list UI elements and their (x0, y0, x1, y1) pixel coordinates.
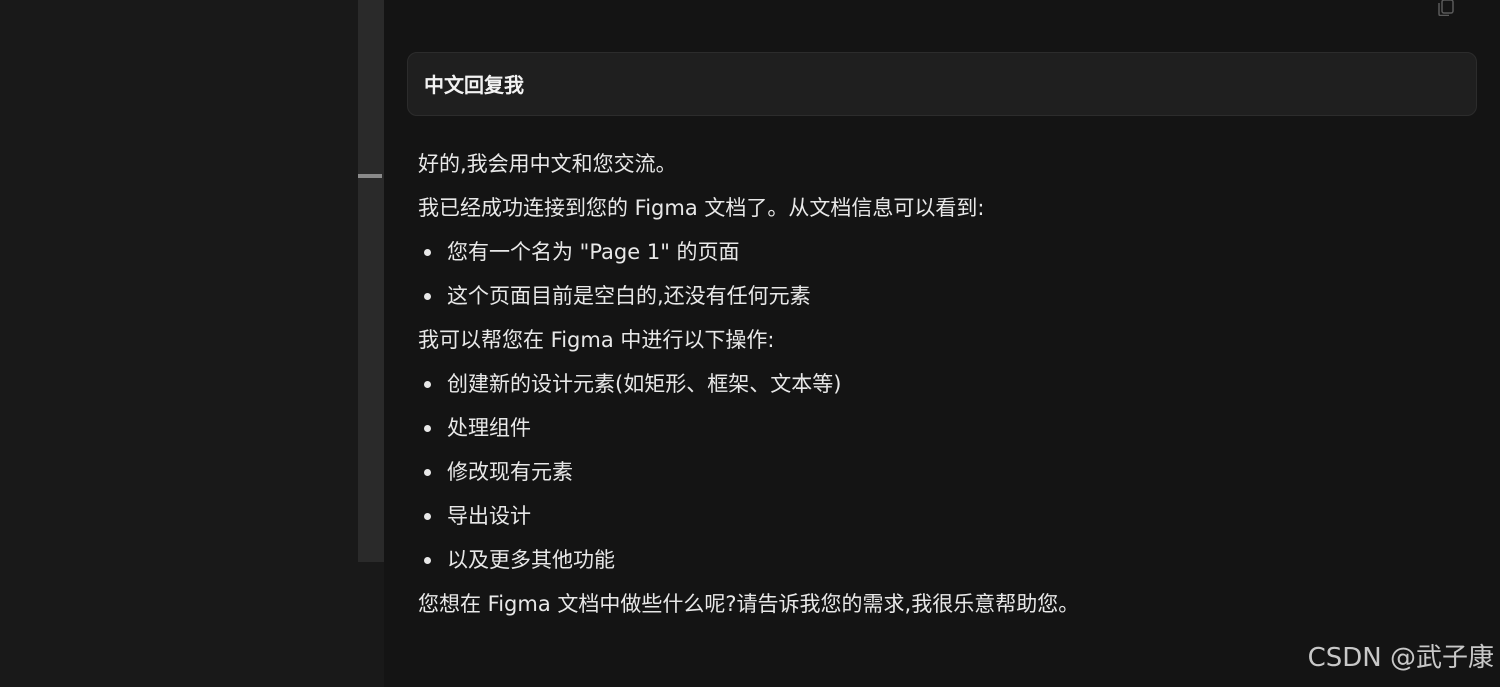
user-message-text: 中文回复我 (424, 73, 524, 97)
list-item: 处理组件 (418, 406, 1458, 450)
list-item-text: 修改现有元素 (447, 460, 573, 484)
reply-greeting: 好的,我会用中文和您交流。 (418, 152, 677, 176)
bullet-icon (424, 557, 431, 564)
bullet-icon (424, 293, 431, 300)
bullet-icon (424, 469, 431, 476)
user-message-bubble: 中文回复我 (407, 52, 1477, 116)
list-item: 导出设计 (418, 494, 1458, 538)
list-item-text: 导出设计 (447, 504, 531, 528)
sidebar-panel (0, 0, 358, 687)
list-item-text: 以及更多其他功能 (447, 548, 615, 572)
bullet-icon (424, 513, 431, 520)
list-item: 这个页面目前是空白的,还没有任何元素 (418, 274, 1458, 318)
app-window: 中文回复我 好的,我会用中文和您交流。 我已经成功连接到您的 Figma 文档了… (0, 0, 1500, 687)
list-item: 修改现有元素 (418, 450, 1458, 494)
watermark: CSDN @武子康 (1307, 643, 1494, 673)
list-item-text: 这个页面目前是空白的,还没有任何元素 (447, 284, 811, 308)
doc-info-list: 您有一个名为 "Page 1" 的页面 这个页面目前是空白的,还没有任何元素 (418, 230, 1458, 318)
operations-list: 创建新的设计元素(如矩形、框架、文本等) 处理组件 修改现有元素 导出设计 以及… (418, 362, 1458, 582)
list-item-text: 处理组件 (447, 416, 531, 440)
list-item: 创建新的设计元素(如矩形、框架、文本等) (418, 362, 1458, 406)
scrollbar-thumb[interactable] (358, 174, 382, 178)
copy-icon[interactable] (1436, 0, 1456, 17)
reply-can-help: 我可以帮您在 Figma 中进行以下操作: (418, 328, 775, 352)
assistant-message: 好的,我会用中文和您交流。 我已经成功连接到您的 Figma 文档了。从文档信息… (418, 142, 1458, 626)
bullet-icon (424, 381, 431, 388)
scrollbar-gutter (358, 562, 384, 687)
reply-closing: 您想在 Figma 文档中做些什么呢?请告诉我您的需求,我很乐意帮助您。 (418, 592, 1080, 616)
bullet-icon (424, 249, 431, 256)
reply-connected: 我已经成功连接到您的 Figma 文档了。从文档信息可以看到: (418, 196, 985, 220)
list-item-text: 创建新的设计元素(如矩形、框架、文本等) (447, 372, 842, 396)
scrollbar-track[interactable] (358, 0, 384, 562)
list-item: 您有一个名为 "Page 1" 的页面 (418, 230, 1458, 274)
list-item: 以及更多其他功能 (418, 538, 1458, 582)
bullet-icon (424, 425, 431, 432)
list-item-text: 您有一个名为 "Page 1" 的页面 (447, 240, 740, 264)
